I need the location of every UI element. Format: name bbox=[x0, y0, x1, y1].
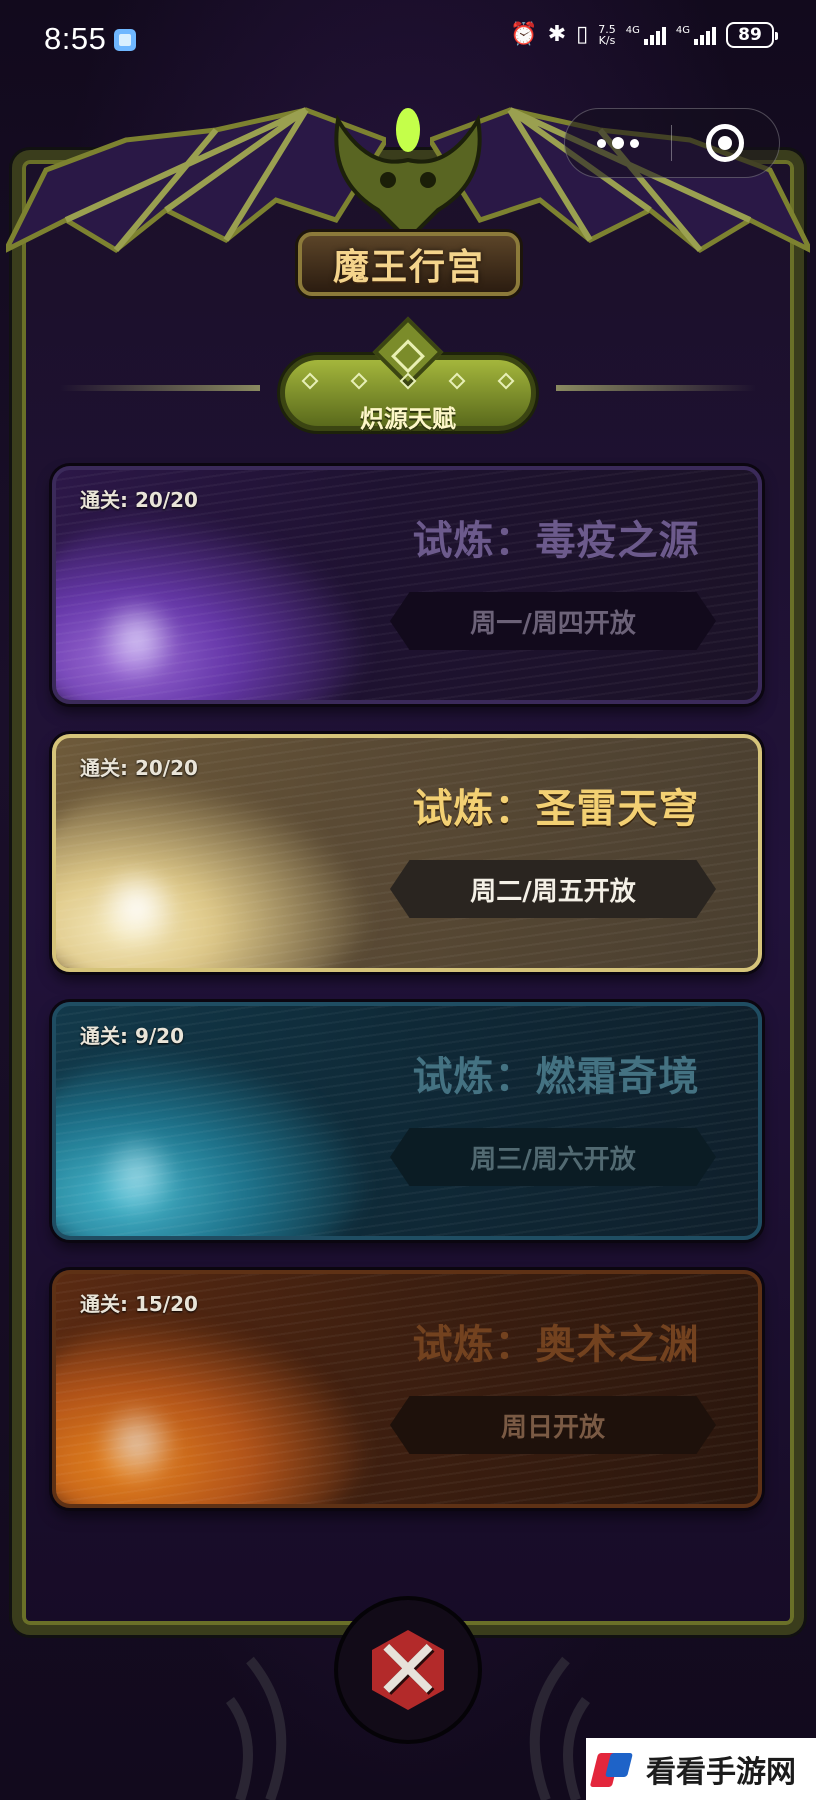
app-notification-icon bbox=[114, 29, 137, 51]
close-emblem-button[interactable]: ✕ bbox=[338, 1600, 478, 1740]
status-bar: 8:55 ⏰ ✱ ▯ 7.5 K/s 4G 4G 89 bbox=[0, 0, 816, 78]
network-speed: 7.5 K/s bbox=[598, 24, 616, 46]
talent-label: 炽源天赋 bbox=[360, 405, 456, 433]
mini-program-capsule bbox=[564, 108, 780, 178]
trial-card-poison[interactable]: 通关: 20/20 试炼：毒疫之源 周一/周四开放 bbox=[52, 466, 762, 704]
sim1-label: 4G bbox=[625, 25, 640, 36]
trial-schedule: 周日开放 bbox=[390, 1396, 716, 1454]
talent-line-right bbox=[556, 385, 756, 391]
battery-icon: 89 bbox=[726, 22, 778, 48]
sim2-label: 4G bbox=[675, 25, 690, 36]
clear-count: 通关: 20/20 bbox=[80, 756, 198, 780]
signal-icon: 4G bbox=[626, 25, 666, 45]
talent-tab[interactable]: 炽源天赋 bbox=[60, 315, 756, 435]
trial-name: 试炼：圣雷天穹 bbox=[412, 786, 700, 832]
talent-line-left bbox=[60, 385, 260, 391]
watermark-text: 看看手游网 bbox=[646, 1755, 796, 1790]
clear-count: 通关: 20/20 bbox=[80, 488, 198, 512]
trial-card-thunder[interactable]: 通关: 20/20 试炼：圣雷天穹 周二/周五开放 bbox=[52, 734, 762, 972]
trial-name: 试炼：奥术之渊 bbox=[412, 1322, 700, 1368]
trial-name: 试炼：燃霜奇境 bbox=[412, 1054, 700, 1100]
signal-icon-2: 4G bbox=[676, 25, 716, 45]
talent-dots bbox=[301, 372, 515, 390]
status-time: 8:55 bbox=[44, 21, 107, 56]
watermark: 看看手游网 bbox=[586, 1738, 816, 1800]
vibrate-icon: ▯ bbox=[576, 22, 589, 47]
trial-schedule: 周二/周五开放 bbox=[390, 860, 716, 918]
watermark-logo bbox=[589, 1749, 634, 1789]
trial-card-frost[interactable]: 通关: 9/20 试炼：燃霜奇境 周三/周六开放 bbox=[52, 1002, 762, 1240]
page-title: 魔王行宫 bbox=[332, 247, 485, 288]
trial-schedule: 周三/周六开放 bbox=[390, 1128, 716, 1186]
close-target-icon bbox=[706, 124, 745, 162]
battery-level: 89 bbox=[738, 25, 762, 45]
trial-name: 试炼：毒疫之源 bbox=[412, 518, 700, 564]
bluetooth-icon: ✱ bbox=[547, 22, 567, 47]
trial-schedule: 周一/周四开放 bbox=[390, 592, 716, 650]
crossed-swords-close-icon: ✕ bbox=[372, 1621, 444, 1719]
status-icons: ⏰ ✱ ▯ 7.5 K/s 4G 4G 89 bbox=[510, 22, 778, 48]
close-mini-program-button[interactable] bbox=[672, 109, 780, 177]
demon-skull-icon bbox=[334, 108, 482, 243]
trial-card-arcane[interactable]: 通关: 15/20 试炼：奥术之渊 周日开放 bbox=[52, 1270, 762, 1508]
page-title-plate: 魔王行宫 bbox=[298, 232, 520, 296]
alarm-icon: ⏰ bbox=[510, 22, 538, 47]
clear-count: 通关: 9/20 bbox=[80, 1024, 185, 1048]
clear-count: 通关: 15/20 bbox=[80, 1292, 198, 1316]
more-button[interactable] bbox=[565, 109, 671, 177]
net-speed-unit: K/s bbox=[598, 34, 616, 47]
